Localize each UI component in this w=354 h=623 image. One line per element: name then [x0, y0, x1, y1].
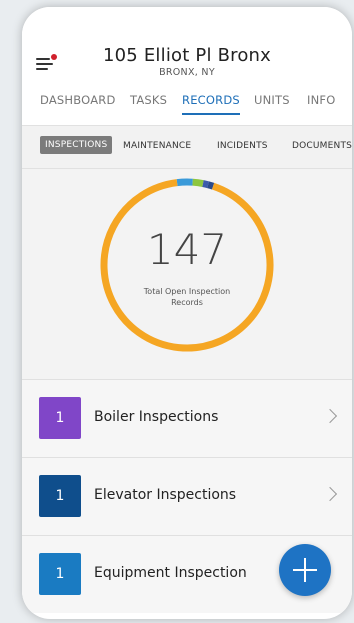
list-item-elevator-inspections[interactable]: 1 Elevator Inspections	[22, 457, 352, 535]
total-label: Total Open Inspection Records	[143, 287, 231, 307]
list-item-boiler-inspections[interactable]: 1 Boiler Inspections	[22, 379, 352, 457]
donut-svg	[100, 178, 274, 352]
count-badge: 1	[39, 397, 81, 439]
tab-dashboard[interactable]: DASHBOARD	[40, 93, 116, 107]
add-record-button[interactable]	[279, 544, 331, 596]
donut-segment	[202, 180, 209, 189]
page-title: 105 Elliot Pl Bronx	[102, 45, 272, 66]
list-item-label: Elevator Inspections	[94, 487, 237, 503]
list-item-label: Equipment Inspection	[94, 565, 247, 581]
inspection-donut-chart: 147 Total Open Inspection Records	[22, 169, 352, 379]
tab-records[interactable]: RECORDS	[182, 93, 240, 115]
list-item-label: Boiler Inspections	[94, 409, 219, 425]
donut-segment	[176, 178, 193, 187]
sub-tab-bar: INSPECTIONS MAINTENANCE INCIDENTS DOCUME…	[22, 125, 352, 169]
tab-info[interactable]: INFO	[307, 93, 335, 107]
donut-segment	[192, 178, 204, 188]
chevron-right-icon	[322, 408, 338, 424]
chevron-right-icon	[322, 486, 338, 502]
count-badge: 1	[39, 553, 81, 595]
subtab-documents[interactable]: DOCUMENTS	[292, 141, 352, 151]
total-count: 147	[146, 225, 228, 274]
subtab-inspections[interactable]: INSPECTIONS	[40, 136, 113, 154]
donut-segment	[207, 181, 215, 190]
count-badge: 1	[39, 475, 81, 517]
page-subtitle: BRONX, NY	[159, 67, 215, 78]
subtab-incidents[interactable]: INCIDENTS	[217, 141, 268, 151]
app-header: 105 Elliot Pl Bronx BRONX, NY DASHBOARD …	[22, 7, 352, 125]
tab-tasks[interactable]: TASKS	[130, 93, 167, 107]
phone-screen: 105 Elliot Pl Bronx BRONX, NY DASHBOARD …	[22, 7, 352, 619]
main-tab-bar: DASHBOARD TASKS RECORDS UNITS INFO	[22, 93, 352, 121]
tab-units[interactable]: UNITS	[254, 93, 290, 107]
subtab-maintenance[interactable]: MAINTENANCE	[123, 141, 191, 151]
